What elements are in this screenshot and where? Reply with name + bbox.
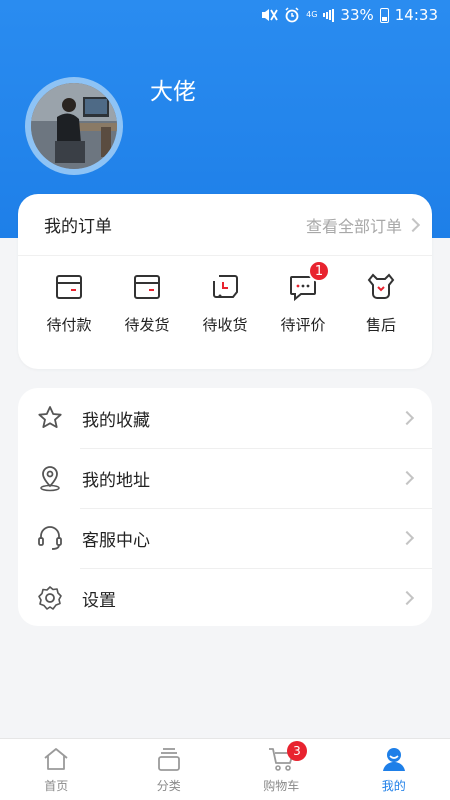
cart-count-badge: 3: [287, 741, 307, 761]
status-bar: 4G 33% 14:33: [0, 0, 450, 30]
avatar[interactable]: [25, 77, 123, 175]
tab-label: 我的: [381, 779, 406, 793]
order-after-sales[interactable]: 售后: [342, 272, 420, 335]
orders-header: 我的订单 查看全部订单: [18, 194, 432, 256]
order-label: 售后: [365, 316, 396, 334]
battery-icon: [379, 7, 389, 23]
order-status-row: 待付款 待发货 待收货 1 待评价 售后: [18, 256, 432, 335]
menu-card: 我的收藏 我的地址 客服中心 设置: [18, 388, 432, 626]
order-pending-receipt[interactable]: 待收货: [186, 272, 264, 335]
orders-card: 我的订单 查看全部订单 待付款 待发货 待收货 1 待评价 售后: [18, 194, 432, 369]
review-count-badge: 1: [308, 260, 330, 282]
order-pending-shipment[interactable]: 待发货: [108, 272, 186, 335]
menu-item-favorites[interactable]: 我的收藏: [18, 388, 432, 448]
view-all-orders-label: 查看全部订单: [305, 216, 402, 236]
menu-item-label: 客服中心: [82, 530, 150, 551]
home-icon: [44, 748, 68, 770]
battery-percent: 33%: [340, 6, 374, 24]
order-pending-payment[interactable]: 待付款: [30, 272, 108, 335]
wrench-icon: [367, 273, 395, 299]
chevron-right-icon: [399, 470, 415, 486]
signal-icon: [323, 8, 335, 22]
chevron-right-icon: [399, 530, 415, 546]
alarm-icon: [284, 7, 300, 23]
view-all-orders-link[interactable]: 查看全部订单: [305, 213, 421, 237]
order-label: 待发货: [124, 316, 170, 334]
tab-cart[interactable]: 3 购物车: [225, 739, 338, 800]
user-icon: [382, 748, 405, 771]
bottom-tab-bar: 首页 分类 3 购物车 我的: [0, 738, 450, 800]
order-label: 待评价: [280, 316, 326, 334]
tab-label: 首页: [44, 779, 69, 793]
menu-item-label: 我的地址: [82, 470, 150, 491]
gear-icon: [38, 586, 62, 610]
network-type: 4G: [306, 10, 318, 19]
headset-icon: [38, 526, 62, 550]
category-icon: [157, 748, 180, 771]
menu-item-settings[interactable]: 设置: [18, 568, 432, 628]
order-pending-review[interactable]: 1 待评价: [264, 260, 342, 335]
order-label: 待收货: [202, 316, 248, 334]
menu-item-label: 设置: [82, 590, 116, 611]
chevron-right-icon: [405, 217, 421, 232]
star-icon: [38, 406, 62, 428]
receive-icon: [213, 275, 238, 298]
clock-time: 14:33: [394, 6, 438, 24]
chevron-right-icon: [399, 410, 415, 426]
mute-icon: [260, 7, 278, 23]
wallet-icon: [56, 275, 82, 299]
tab-label: 购物车: [263, 779, 300, 793]
location-icon: [40, 466, 60, 492]
menu-item-label: 我的收藏: [82, 410, 150, 431]
menu-item-customer-service[interactable]: 客服中心: [18, 508, 432, 568]
tab-category[interactable]: 分类: [113, 739, 226, 800]
username: 大佬: [150, 79, 196, 105]
chevron-right-icon: [399, 590, 415, 606]
order-label: 待付款: [46, 316, 92, 334]
avatar-image: [31, 83, 117, 169]
tab-label: 分类: [156, 779, 181, 793]
tab-mine[interactable]: 我的: [338, 739, 450, 800]
orders-title: 我的订单: [44, 217, 112, 237]
wallet-icon: [134, 275, 160, 299]
menu-item-address[interactable]: 我的地址: [18, 448, 432, 508]
tab-home[interactable]: 首页: [0, 739, 113, 800]
